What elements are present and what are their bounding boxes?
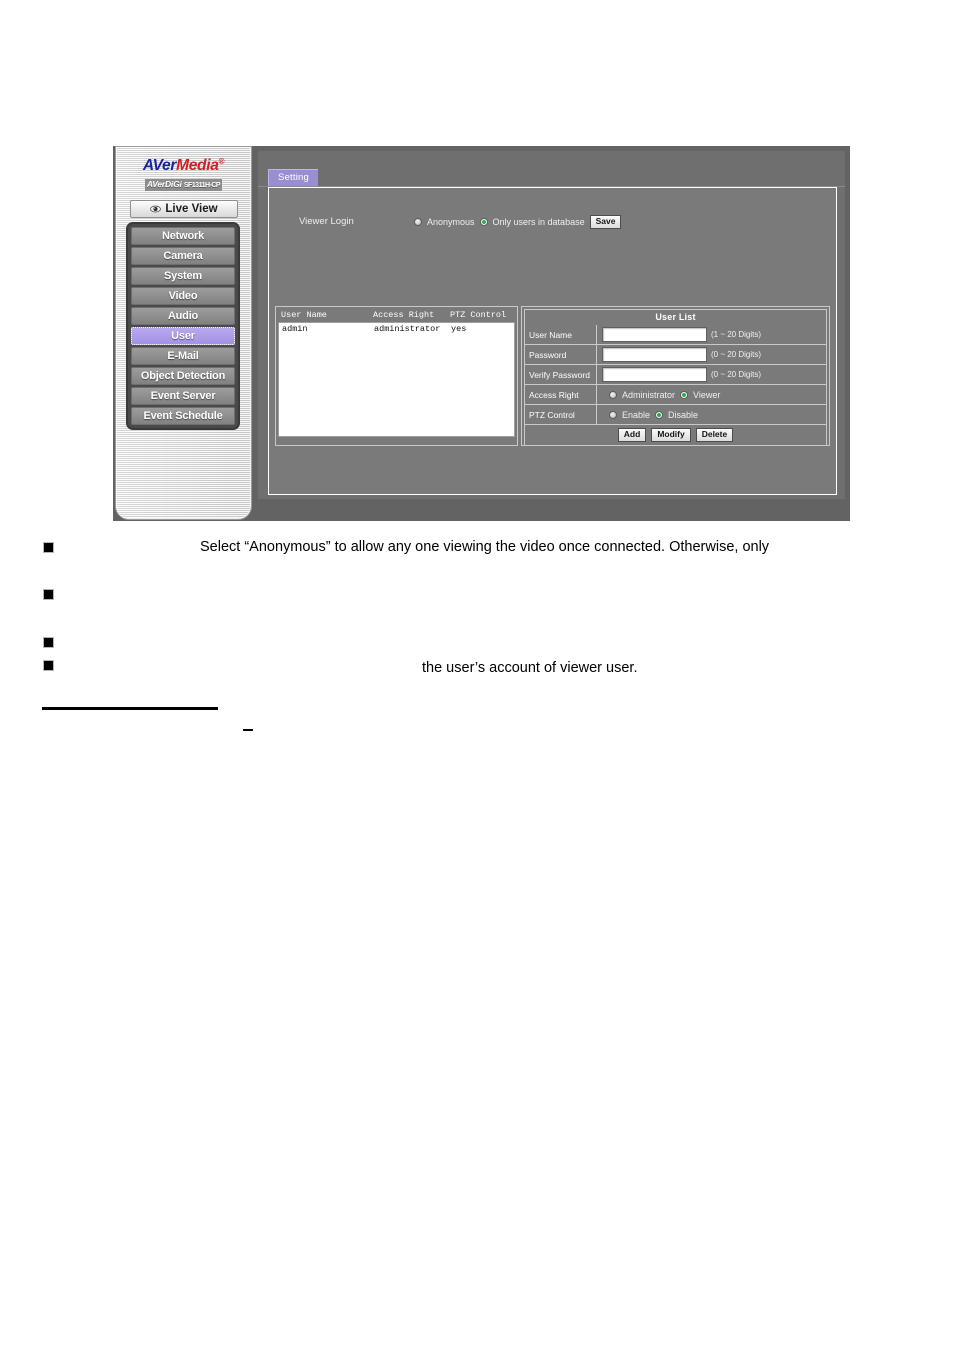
settings-board: Viewer Login Anonymous Only users in dat… [268,187,837,495]
bullet-marker-2 [44,590,53,599]
hint-verify-password: (0 ~ 20 Digits) [711,370,762,379]
bullet-marker-1 [44,543,53,552]
tab-setting[interactable]: Setting [268,169,318,186]
live-view-button[interactable]: Live View [130,200,238,218]
user-management-area: User Name Access Right PTZ Control admin… [275,306,830,446]
radio-ptz-disable-label: Disable [668,409,699,420]
nav-label: E-Mail [167,350,199,362]
hint-password: (0 ~ 20 Digits) [711,350,762,359]
hint-user-name: (1 ~ 20 Digits) [711,330,762,339]
viewer-login-label: Viewer Login [299,216,354,227]
user-list-body[interactable]: admin administrator yes [278,322,515,437]
form-action-buttons: Add Modify Delete [524,425,827,446]
eye-icon [150,205,162,213]
nav-label: Event Schedule [143,410,223,422]
bullet-marker-4 [44,661,53,670]
bullet-text-4: the user’s account of viewer user. [422,660,638,676]
radio-only-users-in-database[interactable] [479,218,488,226]
label-password: Password [525,345,597,364]
modify-button[interactable]: Modify [651,428,691,442]
field-row-ptz-control: PTZ Control Enable Disable [524,405,827,425]
sub-brand-text: AVerDiGi [146,179,182,190]
radio-access-administrator[interactable] [609,390,617,399]
radio-access-administrator-label: Administrator [622,389,676,400]
column-ptz-control: PTZ Control [450,310,507,320]
live-view-label: Live View [165,203,218,215]
radio-only-users-in-database-label: Only users in database [492,217,585,227]
nav-label: Object Detection [140,370,226,382]
sidebar-item-event-server[interactable]: Event Server [131,387,235,405]
brand-name-b: Media [176,157,219,175]
viewer-login-row: Viewer Login Anonymous Only users in dat… [299,215,826,230]
add-button[interactable]: Add [617,428,647,442]
field-row-access-right: Access Right Administrator Viewer [524,385,827,405]
nav-label: Video [168,290,198,302]
delete-button[interactable]: Delete [695,428,734,442]
nav-menu: Network Camera System Video Audio User E… [126,222,240,430]
user-form-title: User List [524,309,827,325]
sidebar: AVerMedia® AVerDiGi SF1311H-CP Live View… [115,146,252,520]
viewer-login-options: Anonymous Only users in database Save [414,215,622,229]
sub-brand-badge: AVerDiGi SF1311H-CP [144,179,223,192]
radio-anonymous-label: Anonymous [427,217,475,227]
brand-logo-text: AVerMedia® [116,154,251,174]
radio-access-viewer-label: Viewer [693,389,721,400]
label-access-right: Access Right [525,385,597,404]
user-list-header: User Name Access Right PTZ Control [278,309,515,322]
radio-anonymous[interactable] [414,218,422,226]
tab-bar: Setting [268,167,318,186]
footnote-separator [42,707,218,710]
table-row[interactable]: admin administrator yes [279,323,514,334]
radio-ptz-enable-label: Enable [622,409,651,420]
radio-ptz-enable[interactable] [609,410,617,419]
nav-label: User [171,330,195,342]
sidebar-item-object-detection[interactable]: Object Detection [131,367,235,385]
cell-user-name: admin [282,324,308,334]
sidebar-item-event-schedule[interactable]: Event Schedule [131,407,235,425]
cell-access-right: administrator [374,324,441,334]
footnote-dash [243,729,253,731]
trademark-icon: ® [218,157,225,166]
sidebar-item-video[interactable]: Video [131,287,235,305]
user-name-input[interactable] [602,327,707,342]
column-user-name: User Name [281,310,327,320]
sidebar-item-system[interactable]: System [131,267,235,285]
user-edit-form: User List User Name (1 ~ 20 Digits) Pass… [521,306,830,446]
password-input[interactable] [602,347,707,362]
brand-logo: AVerMedia® AVerDiGi SF1311H-CP [116,154,251,192]
label-verify-password: Verify Password [525,365,597,384]
nav-label: Network [162,230,204,242]
bullet-marker-3 [44,638,53,647]
sidebar-item-user[interactable]: User [131,327,235,345]
label-user-name: User Name [525,325,597,344]
field-row-password: Password (0 ~ 20 Digits) [524,345,827,365]
nav-label: System [164,270,202,282]
user-list-table: User Name Access Right PTZ Control admin… [275,306,518,446]
sidebar-item-network[interactable]: Network [131,227,235,245]
radio-ptz-disable[interactable] [655,410,664,419]
column-access-right: Access Right [373,310,435,320]
verify-password-input[interactable] [602,367,707,382]
nav-label: Audio [167,310,199,322]
radio-access-viewer[interactable] [680,390,689,399]
label-ptz-control: PTZ Control [525,405,597,424]
nav-label: Camera [163,250,203,262]
sidebar-item-camera[interactable]: Camera [131,247,235,265]
content-panel: Setting Viewer Login Anonymous Only user… [258,151,845,499]
field-row-user-name: User Name (1 ~ 20 Digits) [524,325,827,345]
nav-label: Event Server [150,390,216,402]
save-button[interactable]: Save [589,215,622,229]
bullet-text-1: Select “Anonymous” to allow any one view… [200,539,770,555]
sidebar-item-audio[interactable]: Audio [131,307,235,325]
model-text: SF1311H-CP [183,182,221,190]
cell-ptz-control: yes [451,324,467,334]
camera-web-ui-screenshot: AVerMedia® AVerDiGi SF1311H-CP Live View… [113,146,850,521]
field-row-verify-password: Verify Password (0 ~ 20 Digits) [524,365,827,385]
brand-name-a: AVer [142,157,177,175]
sidebar-item-email[interactable]: E-Mail [131,347,235,365]
